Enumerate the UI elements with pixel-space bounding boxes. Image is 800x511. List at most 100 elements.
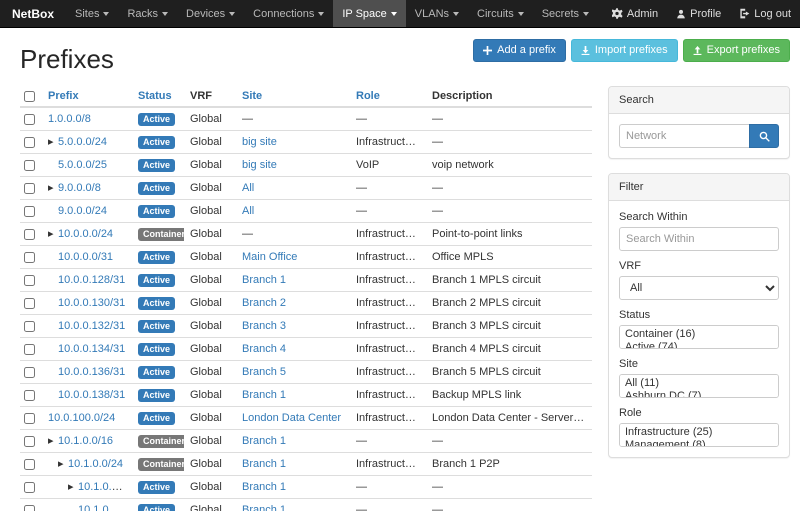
row-checkbox[interactable] [24, 160, 35, 171]
search-within-input[interactable] [619, 227, 779, 251]
admin-link[interactable]: Admin [603, 0, 667, 27]
search-button[interactable] [749, 124, 779, 148]
site-link[interactable]: Branch 1 [242, 504, 286, 511]
site-link[interactable]: Branch 3 [242, 320, 286, 332]
site-link[interactable]: Branch 1 [242, 458, 286, 470]
prefix-link[interactable]: 10.1.0.0/16 [58, 435, 113, 447]
nav-item-secrets[interactable]: Secrets [533, 0, 598, 27]
vrf-filter-select[interactable]: All [619, 276, 779, 300]
site-link[interactable]: All [242, 205, 254, 217]
prefix-link[interactable]: 10.1.0.0/26 [78, 504, 132, 511]
row-checkbox[interactable] [24, 413, 35, 424]
prefix-link[interactable]: 10.0.0.138/31 [58, 389, 125, 401]
row-checkbox[interactable] [24, 275, 35, 286]
row-checkbox[interactable] [24, 229, 35, 240]
row-checkbox[interactable] [24, 436, 35, 447]
table-row: 9.0.0.0/8ActiveGlobalAll—— [20, 177, 592, 200]
prefix-link[interactable]: 10.1.0.0/24 [68, 458, 123, 470]
filter-option[interactable]: Ashburn DC (7) [622, 390, 776, 398]
site-link[interactable]: Branch 2 [242, 297, 286, 309]
row-checkbox[interactable] [24, 344, 35, 355]
site-link[interactable]: Main Office [242, 251, 297, 263]
prefix-link[interactable]: 10.0.0.132/31 [58, 320, 125, 332]
profile-link[interactable]: Profile [667, 0, 730, 27]
prefix-link[interactable]: 10.0.0.128/31 [58, 274, 125, 286]
prefix-link[interactable]: 5.0.0.0/25 [58, 159, 107, 171]
prefix-link[interactable]: 1.0.0.0/8 [48, 113, 91, 125]
row-checkbox[interactable] [24, 252, 35, 263]
nav-item-ip-space[interactable]: IP Space [333, 0, 405, 27]
status-badge: Active [138, 113, 175, 126]
nav-item-racks[interactable]: Racks [118, 0, 177, 27]
row-checkbox[interactable] [24, 183, 35, 194]
row-checkbox[interactable] [24, 137, 35, 148]
prefix-link[interactable]: 5.0.0.0/24 [58, 136, 107, 148]
export-prefixes-button[interactable]: Export prefixes [683, 39, 790, 62]
nav-item-circuits[interactable]: Circuits [468, 0, 533, 27]
filter-option[interactable]: Container (16) [622, 328, 776, 341]
filter-option[interactable]: Active (74) [622, 341, 776, 349]
prefix-link[interactable]: 10.0.0.134/31 [58, 343, 125, 355]
row-checkbox[interactable] [24, 206, 35, 217]
row-checkbox[interactable] [24, 459, 35, 470]
brand-link[interactable]: NetBox [0, 0, 66, 27]
row-checkbox[interactable] [24, 505, 35, 511]
prefix-link[interactable]: 10.0.0.136/31 [58, 366, 125, 378]
vrf-filter-label: VRF [619, 260, 779, 272]
logout-link[interactable]: Log out [730, 0, 800, 27]
row-checkbox[interactable] [24, 114, 35, 125]
description-value: Branch 1 P2P [426, 453, 592, 476]
prefix-link[interactable]: 10.0.0.130/31 [58, 297, 125, 309]
prefix-link[interactable]: 10.1.0.0/25 [78, 481, 132, 493]
row-checkbox[interactable] [24, 298, 35, 309]
column-header-role[interactable]: Role [356, 90, 380, 102]
site-link[interactable]: Branch 4 [242, 343, 286, 355]
row-checkbox[interactable] [24, 321, 35, 332]
nav-item-connections[interactable]: Connections [244, 0, 333, 27]
status-filter-select[interactable]: Container (16)Active (74)Reserved (4)Dep… [619, 325, 779, 349]
nav-item-vlans[interactable]: VLANs [406, 0, 468, 27]
site-link[interactable]: big site [242, 159, 277, 171]
nav-item-devices[interactable]: Devices [177, 0, 244, 27]
prefix-link[interactable]: 9.0.0.0/24 [58, 205, 107, 217]
select-all-checkbox[interactable] [24, 91, 35, 102]
site-link[interactable]: Branch 1 [242, 435, 286, 447]
nav-item-label: VLANs [415, 8, 449, 20]
site-link[interactable]: Branch 1 [242, 274, 286, 286]
status-filter-label: Status [619, 309, 779, 321]
site-filter-select[interactable]: All (11)Ashburn DC (7)big site (2)Branch… [619, 374, 779, 398]
prefix-link[interactable]: 10.0.0.0/31 [58, 251, 113, 263]
vrf-value: Global [184, 107, 236, 131]
column-header-site[interactable]: Site [242, 90, 262, 102]
filter-option[interactable]: Infrastructure (25) [622, 426, 776, 439]
add-prefix-button[interactable]: Add a prefix [473, 39, 566, 62]
vrf-value: Global [184, 131, 236, 154]
vrf-value: Global [184, 292, 236, 315]
site-link[interactable]: Branch 1 [242, 481, 286, 493]
site-link[interactable]: big site [242, 136, 277, 148]
column-header-status[interactable]: Status [138, 90, 172, 102]
table-row: 10.1.0.0/25ActiveGlobalBranch 1—— [20, 476, 592, 499]
role-value: Infrastructure [350, 453, 426, 476]
role-value: Infrastructure [350, 269, 426, 292]
search-input[interactable] [619, 124, 749, 148]
nav-item-sites[interactable]: Sites [66, 0, 118, 27]
role-filter-select[interactable]: Infrastructure (25)Management (8)Private… [619, 423, 779, 447]
row-checkbox[interactable] [24, 390, 35, 401]
site-link[interactable]: Branch 1 [242, 389, 286, 401]
prefix-link[interactable]: 9.0.0.0/8 [58, 182, 101, 194]
row-checkbox[interactable] [24, 367, 35, 378]
import-prefixes-button[interactable]: Import prefixes [571, 39, 678, 62]
prefix-link[interactable]: 10.0.0.0/24 [58, 228, 113, 240]
row-checkbox[interactable] [24, 482, 35, 493]
site-link[interactable]: All [242, 182, 254, 194]
caret-down-icon [518, 12, 524, 16]
site-link[interactable]: Branch 5 [242, 366, 286, 378]
site-link[interactable]: London Data Center [242, 412, 341, 424]
filter-option[interactable]: All (11) [622, 377, 776, 390]
status-badge: Active [138, 343, 175, 356]
column-header-prefix[interactable]: Prefix [48, 90, 79, 102]
description-value: Branch 5 MPLS circuit [426, 361, 592, 384]
filter-option[interactable]: Management (8) [622, 439, 776, 447]
prefix-link[interactable]: 10.0.100.0/24 [48, 412, 115, 424]
